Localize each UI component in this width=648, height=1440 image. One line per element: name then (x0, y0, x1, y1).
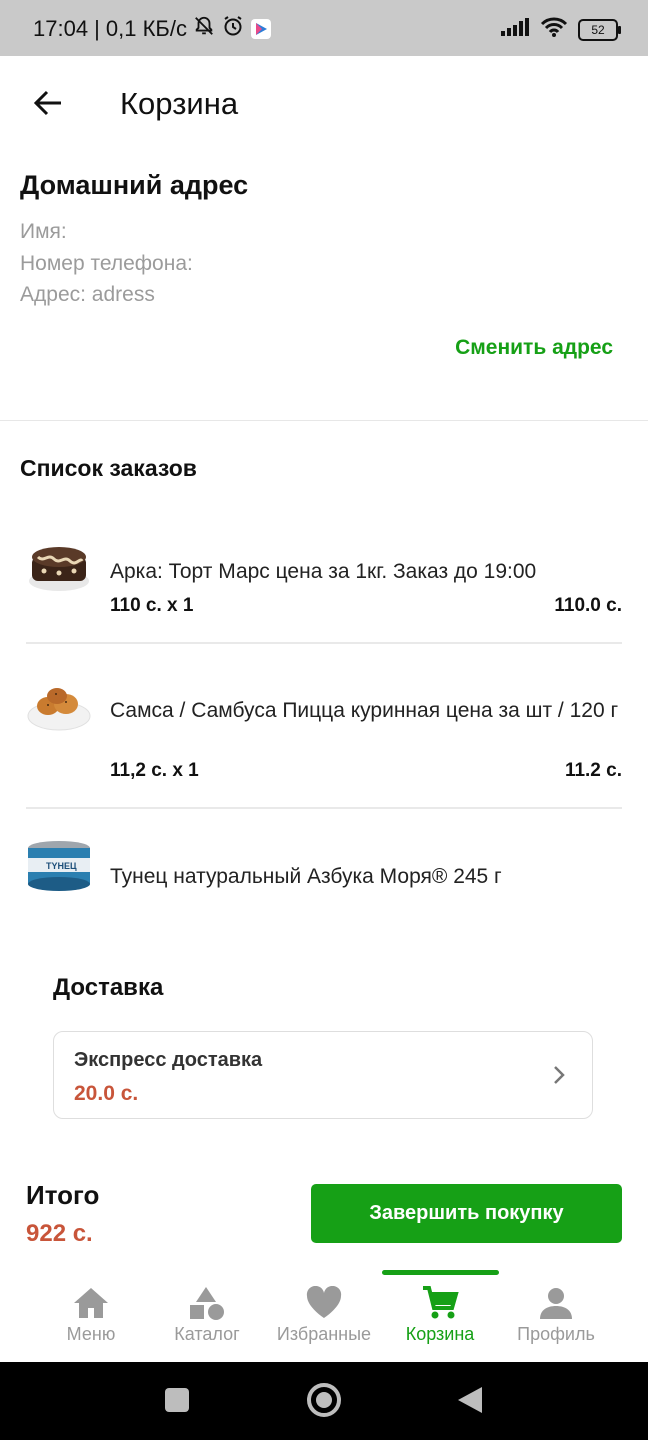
delivery-option-name: Экспресс доставка (74, 1049, 263, 1071)
heart-icon (306, 1286, 342, 1318)
wifi-icon (540, 16, 568, 44)
row-divider (26, 807, 622, 809)
nav-label: Профиль (517, 1324, 595, 1344)
divider (0, 420, 648, 421)
order-item[interactable]: Самса / Самбуса Пицца куринная цена за ш… (26, 670, 622, 785)
order-name: Арка: Торт Марс цена за 1кг. Заказ до 19… (110, 560, 537, 583)
page-title: Корзина (120, 86, 239, 121)
battery-icon: 52 (578, 19, 621, 41)
order-item[interactable]: Арка: Торт Марс цена за 1кг. Заказ до 19… (26, 535, 622, 625)
delivery-title: Доставка (53, 974, 164, 1001)
recents-button[interactable] (164, 1387, 190, 1418)
tuna-can-image: TYHEЦ (26, 838, 92, 898)
order-name: Самса / Самбуса Пицца куринная цена за ш… (110, 699, 619, 722)
samsa-image (26, 674, 92, 734)
person-icon (540, 1288, 572, 1319)
bottom-nav: Меню Каталог Избранные Корзина Профиль (0, 1268, 648, 1362)
status-bar: 17:04 | 0,1 КБ/с 52 (0, 0, 648, 56)
bell-off-icon (193, 15, 215, 43)
home-icon (74, 1288, 108, 1318)
signal-icon (500, 17, 530, 43)
nav-label: Избранные (276, 1324, 372, 1344)
address-name: Имя: (20, 220, 67, 243)
finish-purchase-button[interactable]: Завершить покупку (311, 1184, 622, 1243)
row-divider (26, 642, 622, 644)
orders-title: Список заказов (20, 455, 197, 481)
chevron-right-icon (552, 1064, 566, 1091)
battery-level: 52 (591, 23, 605, 37)
nav-label: Корзина (405, 1324, 475, 1344)
nav-label: Меню (66, 1324, 116, 1344)
address-line: Адрес: adress (20, 283, 155, 306)
address-title: Домашний адрес (20, 170, 249, 200)
order-sum: 11.2 с. (564, 760, 622, 781)
status-time: 17:04 (33, 16, 89, 41)
nav-item-catalog[interactable]: Каталог (147, 1286, 267, 1345)
alarm-icon (221, 14, 245, 44)
change-address-link[interactable]: Сменить адрес (455, 336, 613, 360)
cake-image (26, 535, 92, 595)
nav-item-favorites[interactable]: Избранные (264, 1286, 384, 1345)
system-nav-bar (0, 1362, 648, 1440)
triangle-back-icon (458, 1387, 482, 1413)
back-nav-button[interactable] (456, 1385, 484, 1420)
total-label: Итого (26, 1180, 100, 1210)
order-sum: 110.0 с. (554, 595, 622, 616)
delivery-option-card[interactable]: Экспресс доставка 20.0 с. (53, 1031, 593, 1119)
nav-item-profile[interactable]: Профиль (496, 1286, 616, 1345)
address-phone: Номер телефона: (20, 252, 193, 275)
nav-item-cart[interactable]: Корзина (380, 1286, 500, 1345)
circle-icon (307, 1383, 341, 1417)
top-bar: Корзина (0, 56, 648, 152)
total-value: 922 с. (26, 1220, 93, 1247)
home-button[interactable] (306, 1382, 342, 1423)
back-button[interactable] (26, 78, 70, 128)
shapes-icon (190, 1287, 224, 1320)
order-name: Тунец натуральный Азбука Моря® 245 г (110, 865, 502, 888)
svg-text:TYHEЦ: TYHEЦ (46, 861, 77, 871)
order-qty: 110 с. x 1 (110, 595, 194, 616)
arrow-left-icon (33, 90, 61, 116)
status-speed: | 0,1 КБ/с (94, 16, 187, 41)
order-qty: 11,2 с. x 1 (110, 760, 199, 781)
cart-icon (423, 1286, 459, 1319)
play-store-icon (250, 19, 271, 39)
delivery-option-price: 20.0 с. (74, 1082, 139, 1105)
nav-label: Каталог (174, 1324, 240, 1344)
order-item[interactable]: TYHEЦ Тунец натуральный Азбука Моря® 245… (26, 836, 622, 906)
active-tab-indicator (382, 1270, 499, 1275)
nav-item-menu[interactable]: Меню (31, 1286, 151, 1345)
square-icon (165, 1388, 189, 1412)
